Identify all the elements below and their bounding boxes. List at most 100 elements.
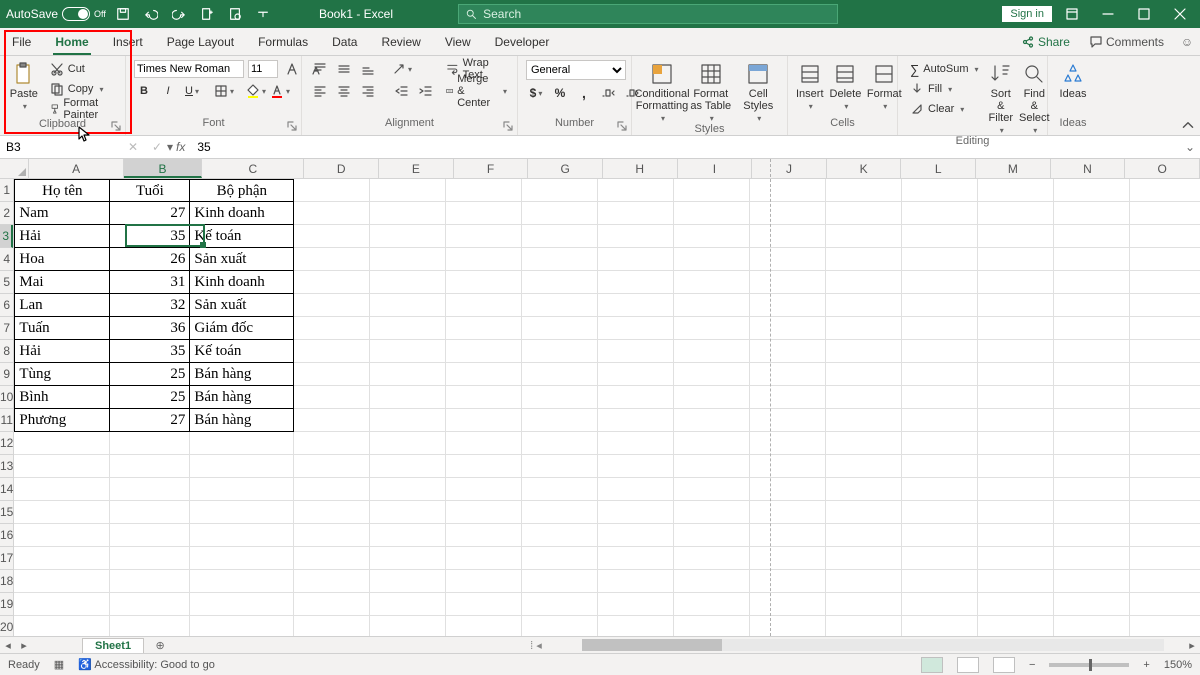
cell[interactable]	[1054, 409, 1130, 432]
cell[interactable]	[826, 225, 902, 248]
cell[interactable]	[674, 616, 750, 636]
cell[interactable]	[110, 570, 190, 593]
cell[interactable]	[1130, 179, 1200, 202]
cell[interactable]: 31	[110, 271, 190, 294]
font-launcher-icon[interactable]	[287, 121, 299, 133]
fill-button[interactable]: Fill	[906, 80, 983, 98]
conditional-formatting-button[interactable]: Conditional Formatting	[640, 60, 684, 123]
cell[interactable]: Kế toán	[190, 340, 294, 363]
cell[interactable]	[750, 455, 826, 478]
cell[interactable]	[750, 294, 826, 317]
column-header[interactable]: O	[1125, 159, 1200, 178]
cell[interactable]	[978, 340, 1054, 363]
cell[interactable]	[674, 271, 750, 294]
cell[interactable]	[902, 179, 978, 202]
cell[interactable]	[294, 340, 370, 363]
cell[interactable]	[1130, 294, 1200, 317]
row-header[interactable]: 4	[0, 248, 13, 271]
cell[interactable]: Tuổi	[110, 179, 190, 202]
cell[interactable]: 25	[110, 386, 190, 409]
cell[interactable]	[978, 386, 1054, 409]
cell[interactable]	[294, 179, 370, 202]
macro-record-icon[interactable]: ▦	[54, 658, 64, 671]
tab-home[interactable]: Home	[43, 28, 100, 55]
cell[interactable]	[978, 570, 1054, 593]
increase-font-icon[interactable]	[282, 60, 302, 78]
cell[interactable]	[1130, 593, 1200, 616]
cell[interactable]	[522, 478, 598, 501]
cell[interactable]	[190, 524, 294, 547]
cell[interactable]: Hải	[14, 340, 110, 363]
find-select-button[interactable]: Find & Select	[1019, 60, 1050, 135]
cell[interactable]	[978, 593, 1054, 616]
cell[interactable]	[598, 248, 674, 271]
cell[interactable]: Sản xuất	[190, 248, 294, 271]
cell[interactable]	[370, 294, 446, 317]
cell[interactable]	[978, 271, 1054, 294]
row-header[interactable]: 8	[0, 340, 13, 363]
cell[interactable]	[446, 179, 522, 202]
merge-center-button[interactable]: Merge & Center	[442, 82, 511, 100]
align-top-icon[interactable]	[310, 60, 330, 78]
cell[interactable]	[190, 593, 294, 616]
cell[interactable]	[110, 593, 190, 616]
accounting-format-icon[interactable]: $	[526, 84, 546, 102]
font-name-input[interactable]	[134, 60, 244, 78]
scroll-right-icon[interactable]: ▸	[1184, 639, 1200, 652]
cell[interactable]	[1054, 455, 1130, 478]
zoom-slider[interactable]	[1049, 663, 1129, 667]
cell[interactable]	[1130, 386, 1200, 409]
cell[interactable]	[826, 317, 902, 340]
cell[interactable]	[598, 593, 674, 616]
column-header[interactable]: F	[454, 159, 529, 178]
cell[interactable]	[370, 547, 446, 570]
cell[interactable]	[370, 501, 446, 524]
cell[interactable]: 36	[110, 317, 190, 340]
cell[interactable]	[598, 547, 674, 570]
cell[interactable]	[14, 616, 110, 636]
cell[interactable]	[1054, 570, 1130, 593]
tab-formulas[interactable]: Formulas	[246, 28, 320, 55]
cell[interactable]	[370, 271, 446, 294]
fx-icon[interactable]: fx	[176, 140, 185, 154]
cell[interactable]: Bình	[14, 386, 110, 409]
cell[interactable]	[14, 524, 110, 547]
cell[interactable]	[110, 524, 190, 547]
cell[interactable]: Kế toán	[190, 225, 294, 248]
cell[interactable]	[294, 524, 370, 547]
cell[interactable]	[598, 317, 674, 340]
cell[interactable]	[522, 202, 598, 225]
cell[interactable]	[294, 478, 370, 501]
row-header[interactable]: 15	[0, 501, 13, 524]
cell[interactable]	[1054, 593, 1130, 616]
fill-color-button[interactable]	[246, 82, 266, 100]
cell[interactable]	[826, 478, 902, 501]
cell[interactable]	[674, 179, 750, 202]
cell[interactable]	[1054, 386, 1130, 409]
cell[interactable]	[978, 202, 1054, 225]
align-middle-icon[interactable]	[334, 60, 354, 78]
cell[interactable]: Bán hàng	[190, 386, 294, 409]
cell[interactable]: Tuấn	[14, 317, 110, 340]
cell[interactable]	[902, 317, 978, 340]
cell[interactable]	[978, 179, 1054, 202]
cell[interactable]	[446, 363, 522, 386]
cell-styles-button[interactable]: Cell Styles	[738, 60, 780, 123]
tab-page-layout[interactable]: Page Layout	[155, 28, 246, 55]
cell[interactable]	[598, 570, 674, 593]
cell[interactable]	[902, 570, 978, 593]
cell[interactable]	[370, 524, 446, 547]
zoom-out-icon[interactable]: −	[1029, 659, 1035, 671]
cell[interactable]	[370, 340, 446, 363]
cell[interactable]	[522, 363, 598, 386]
cell[interactable]	[598, 340, 674, 363]
cell[interactable]	[826, 179, 902, 202]
alignment-launcher-icon[interactable]	[503, 121, 515, 133]
sheet-tab[interactable]: Sheet1	[82, 638, 144, 653]
cell[interactable]: Hải	[14, 225, 110, 248]
cell[interactable]	[826, 294, 902, 317]
cell[interactable]: 26	[110, 248, 190, 271]
cell[interactable]	[598, 363, 674, 386]
cell[interactable]	[1054, 432, 1130, 455]
cell[interactable]	[446, 570, 522, 593]
